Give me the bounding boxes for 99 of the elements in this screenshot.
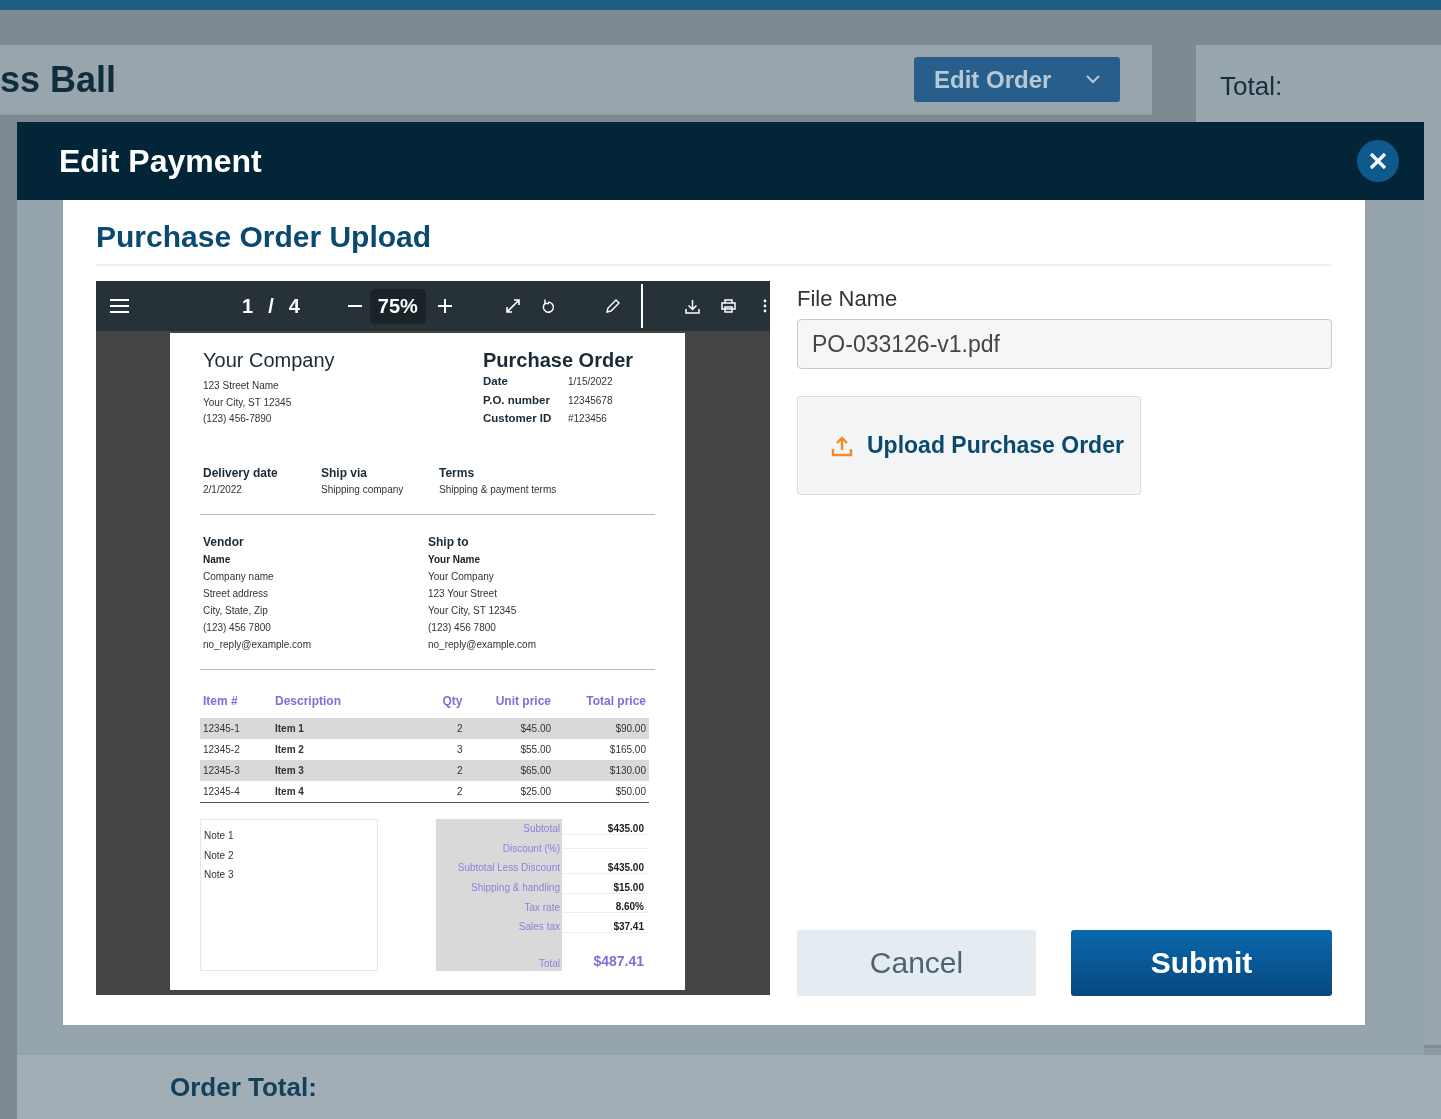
party-detail: Your Company [428,570,495,584]
cancel-button[interactable]: Cancel [797,930,1036,996]
table-cell: $165.00 [554,739,649,760]
totals-label: Subtotal Less Discount [436,858,562,878]
info-label: Ship via [321,464,368,482]
meta-label: Date [483,375,509,387]
meta-label: P.O. number [483,393,551,406]
page-separator: / [268,294,274,318]
edit-order-button[interactable]: Edit Order [914,57,1120,102]
party-detail: Company name [203,570,275,584]
table-cell: 2 [428,718,466,739]
table-cell: 2 [428,760,466,781]
totals-value: 8.60% [562,901,648,914]
total-label: Total [436,936,562,971]
info-value: 2/1/2022 [203,482,243,497]
rotate-icon[interactable] [541,299,554,313]
party-detail: Street address [203,587,270,601]
note-text: Note 2 [204,848,235,863]
pen-icon[interactable] [605,299,620,313]
more-icon[interactable] [762,299,767,313]
totals-value: $435.00 [562,862,648,874]
document-title: Purchase Order [483,349,635,372]
order-total-label: Order Total: [170,1071,317,1103]
close-button[interactable] [1357,140,1399,182]
table-cell: 12345-4 [200,781,272,803]
print-icon[interactable] [720,299,736,313]
note-text: Note 1 [204,829,235,843]
company-detail: Your City, ST 12345 [203,395,293,410]
grand-total: $487.41 [592,952,645,971]
company-detail: 123 Street Name [203,379,280,393]
meta-value: #123456 [568,413,607,424]
party-detail: no_reply@example.com [203,638,312,652]
meta-value: 1/15/2022 [568,376,613,387]
table-cell: Item 3 [272,760,428,781]
totals-label: Tax rate [436,897,562,917]
table-cell: 12345-3 [200,760,272,781]
table-cell: $130.00 [554,760,649,781]
info-label: Terms [439,464,476,482]
totals-value: $15.00 [562,881,648,894]
party-heading: Ship to [428,534,470,551]
menu-icon[interactable] [110,299,129,313]
table-cell: Item 1 [272,718,428,739]
column-header: Description [272,694,428,718]
field-label: File Name [797,286,899,312]
close-icon [1369,152,1387,170]
product-title: ss Ball [0,58,117,101]
zoom-level[interactable]: 75% [369,288,426,324]
party-detail: no_reply@example.com [428,638,537,652]
table-cell: $90.00 [554,718,649,739]
meta-label: Customer ID [483,412,553,424]
meta-value: 12345678 [568,394,613,406]
table-cell: $50.00 [554,781,649,803]
company-name: Your Company [203,349,335,372]
party-detail: City, State, Zip [203,604,269,618]
download-icon[interactable] [684,298,700,314]
info-label: Delivery date [203,464,279,482]
party-detail: (123) 456 7800 [203,621,272,635]
totals-label: Discount (%) [436,838,562,859]
submit-button[interactable]: Submit [1071,930,1332,996]
column-header: Unit price [465,694,555,718]
totals-value: $37.41 [562,920,648,933]
totals-value: $435.00 [562,822,648,835]
totals-label: Subtotal [436,819,562,839]
table-cell: 2 [428,781,466,803]
party-detail: (123) 456 7800 [428,621,497,635]
table-cell: Item 2 [272,739,428,760]
totals-label: Sales tax [436,916,562,937]
section-title: Purchase Order Upload [96,220,1332,266]
table-cell: $45.00 [465,718,555,739]
column-header: Item # [200,694,272,718]
file-name-field[interactable]: PO-033126-v1.pdf [797,319,1332,369]
upload-icon [831,434,853,457]
chevron-down-icon [1086,75,1100,84]
table-cell: $25.00 [465,781,555,803]
page-number[interactable]: 1 [242,294,254,318]
upload-button[interactable]: Upload Purchase Order [797,396,1141,495]
page-count: 4 [288,294,300,318]
party-detail: 123 Your Street [428,587,498,601]
company-detail: (123) 456-7890 [203,412,273,426]
table-cell: 3 [428,739,466,760]
table-cell: $55.00 [465,739,555,760]
column-header: Total price [554,694,649,718]
info-value: Shipping company [321,482,405,497]
table-cell: $65.00 [465,760,555,781]
modal-title: Edit Payment [59,142,262,180]
zoom-in-icon[interactable] [437,299,452,313]
info-value: Shipping & payment terms [439,482,557,497]
party-name: Your Name [428,553,482,567]
total-label: Total: [1220,71,1283,101]
column-header: Qty [428,694,466,718]
party-detail: Your City, ST 12345 [428,604,518,618]
note-text: Note 3 [204,868,235,882]
table-cell: Item 4 [272,781,428,803]
table-cell: 12345-1 [200,718,272,739]
totals-label: Shipping & handling [436,877,562,898]
party-name: Name [203,553,232,567]
party-heading: Vendor [203,534,245,551]
expand-icon[interactable] [505,299,520,313]
table-cell: 12345-2 [200,739,272,760]
